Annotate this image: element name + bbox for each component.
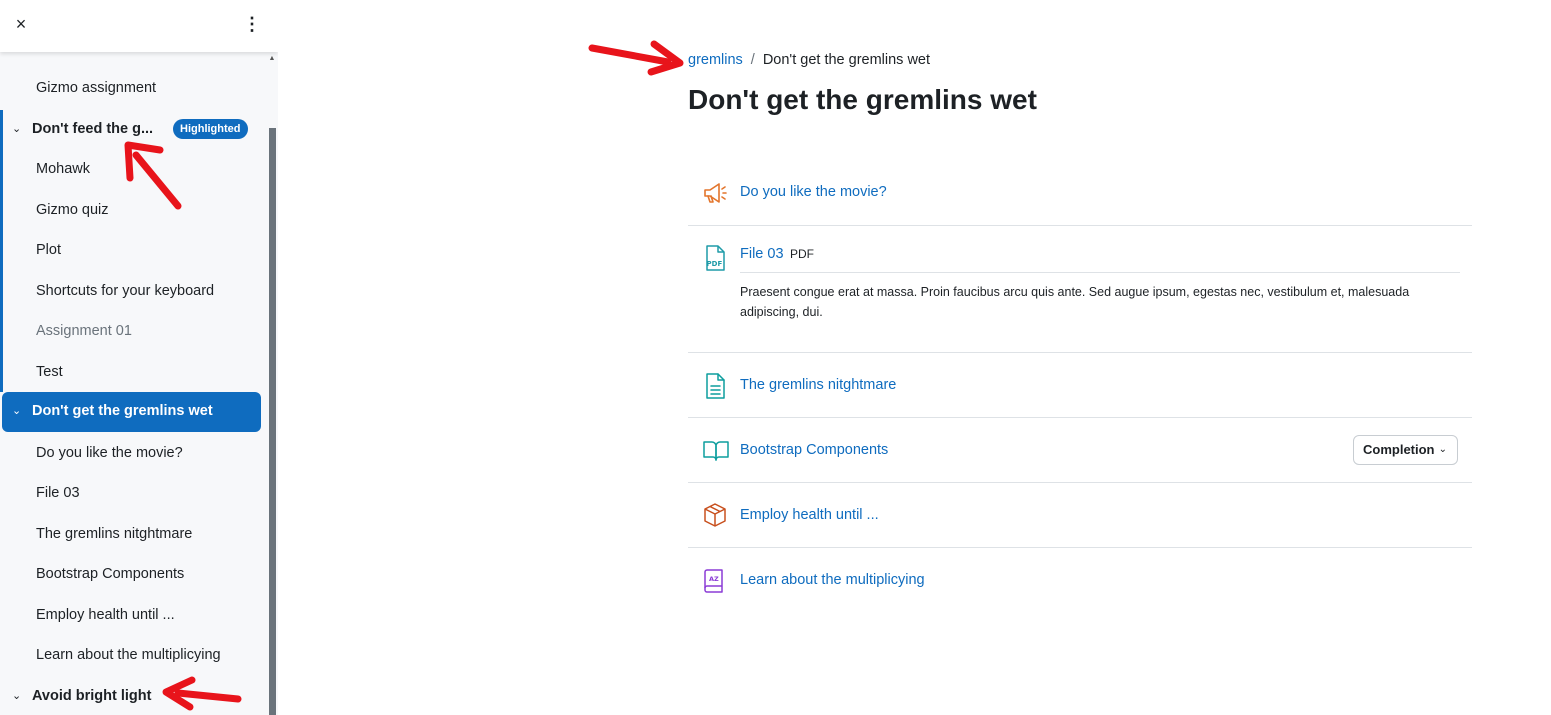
activity-link[interactable]: Bootstrap Components xyxy=(740,442,888,458)
breadcrumb: gremlins / Don't get the gremlins wet xyxy=(688,52,930,68)
index-item-plot[interactable]: Plot xyxy=(36,242,61,258)
section-dont-get-wet[interactable]: ⌄ Don't get the gremlins wet xyxy=(2,392,261,432)
chevron-down-icon[interactable]: ⌄ xyxy=(12,689,21,702)
index-item-gizmo-assignment[interactable]: Gizmo assignment xyxy=(36,80,156,96)
index-item-bootstrap[interactable]: Bootstrap Components xyxy=(36,566,184,582)
index-item-mohawk[interactable]: Mohawk xyxy=(36,161,90,177)
scroll-up-arrow-icon[interactable]: ▲ xyxy=(268,55,276,63)
index-item-employ-health[interactable]: Employ health until ... xyxy=(36,607,175,623)
annotation-arrow-icon xyxy=(647,40,684,76)
index-item-gremlins-nightmare[interactable]: The gremlins nitghtmare xyxy=(36,526,192,542)
index-item-shortcuts[interactable]: Shortcuts for your keyboard xyxy=(36,283,214,299)
package-icon xyxy=(702,502,728,528)
activity-link[interactable]: File 03 xyxy=(740,246,784,262)
course-index-list: Announcements Gizmo assignment ⌄ Don't f… xyxy=(0,0,266,715)
activity-link[interactable]: Learn about the multiplicying xyxy=(740,572,925,588)
svg-text:PDF: PDF xyxy=(707,260,723,268)
chevron-down-icon: ⌄ xyxy=(1438,444,1447,455)
activity-glossary: AZ Learn about the multiplicying xyxy=(688,566,1472,596)
glossary-icon: AZ xyxy=(702,567,728,593)
divider xyxy=(688,417,1472,418)
annotation-arrow-icon xyxy=(588,44,672,66)
scrollbar-thumb[interactable] xyxy=(269,128,276,715)
highlighted-badge: Highlighted xyxy=(173,119,248,139)
svg-text:AZ: AZ xyxy=(709,575,719,583)
highlighted-section-bar xyxy=(0,110,3,392)
section-title: Don't get the gremlins wet xyxy=(32,403,213,419)
page-title: Don't get the gremlins wet xyxy=(688,84,1037,115)
book-icon xyxy=(702,437,729,463)
breadcrumb-separator: / xyxy=(750,52,755,68)
file-type-tag: PDF xyxy=(790,247,814,261)
divider xyxy=(740,272,1460,273)
divider xyxy=(688,225,1472,226)
index-item-multiplicying[interactable]: Learn about the multiplicying xyxy=(36,647,221,663)
activity-link[interactable]: Do you like the movie? xyxy=(740,184,887,200)
activity-link[interactable]: The gremlins nitghtmare xyxy=(740,377,896,393)
pdf-file-icon: PDF xyxy=(702,244,728,271)
breadcrumb-course-link[interactable]: gremlins xyxy=(688,52,743,68)
activity-forum: Do you like the movie? xyxy=(688,178,1472,208)
section-title: Avoid bright light xyxy=(32,688,152,704)
activity-page: The gremlins nitghtmare xyxy=(688,371,1472,401)
index-item-assignment-01[interactable]: Assignment 01 xyxy=(36,323,132,339)
activity-package: Employ health until ... xyxy=(688,501,1472,531)
divider xyxy=(688,482,1472,483)
index-item-test[interactable]: Test xyxy=(36,364,63,380)
divider xyxy=(688,547,1472,548)
section-title: Don't feed the g... xyxy=(32,121,154,137)
index-item-file-03[interactable]: File 03 xyxy=(36,485,80,501)
megaphone-icon xyxy=(702,180,728,206)
activity-description: Praesent congue erat at massa. Proin fau… xyxy=(740,285,1410,319)
page-icon xyxy=(702,372,728,399)
chevron-down-icon[interactable]: ⌄ xyxy=(12,404,21,417)
completion-label: Completion xyxy=(1363,442,1435,457)
drawer-header: × ⋮ xyxy=(0,0,278,52)
index-item-gizmo-quiz[interactable]: Gizmo quiz xyxy=(36,202,109,218)
more-options-icon[interactable]: ⋮ xyxy=(241,13,263,35)
divider xyxy=(688,352,1472,353)
course-index-drawer: Announcements Gizmo assignment ⌄ Don't f… xyxy=(0,0,278,715)
completion-dropdown-button[interactable]: Completion ⌄ xyxy=(1353,435,1458,465)
breadcrumb-current: Don't get the gremlins wet xyxy=(762,52,931,68)
activity-link[interactable]: Employ health until ... xyxy=(740,507,879,523)
chevron-down-icon[interactable]: ⌄ xyxy=(12,122,21,135)
section-avoid-bright-light[interactable]: ⌄ Avoid bright light xyxy=(0,677,262,715)
close-icon[interactable]: × xyxy=(10,13,32,35)
index-item-do-you-like[interactable]: Do you like the movie? xyxy=(36,445,183,461)
